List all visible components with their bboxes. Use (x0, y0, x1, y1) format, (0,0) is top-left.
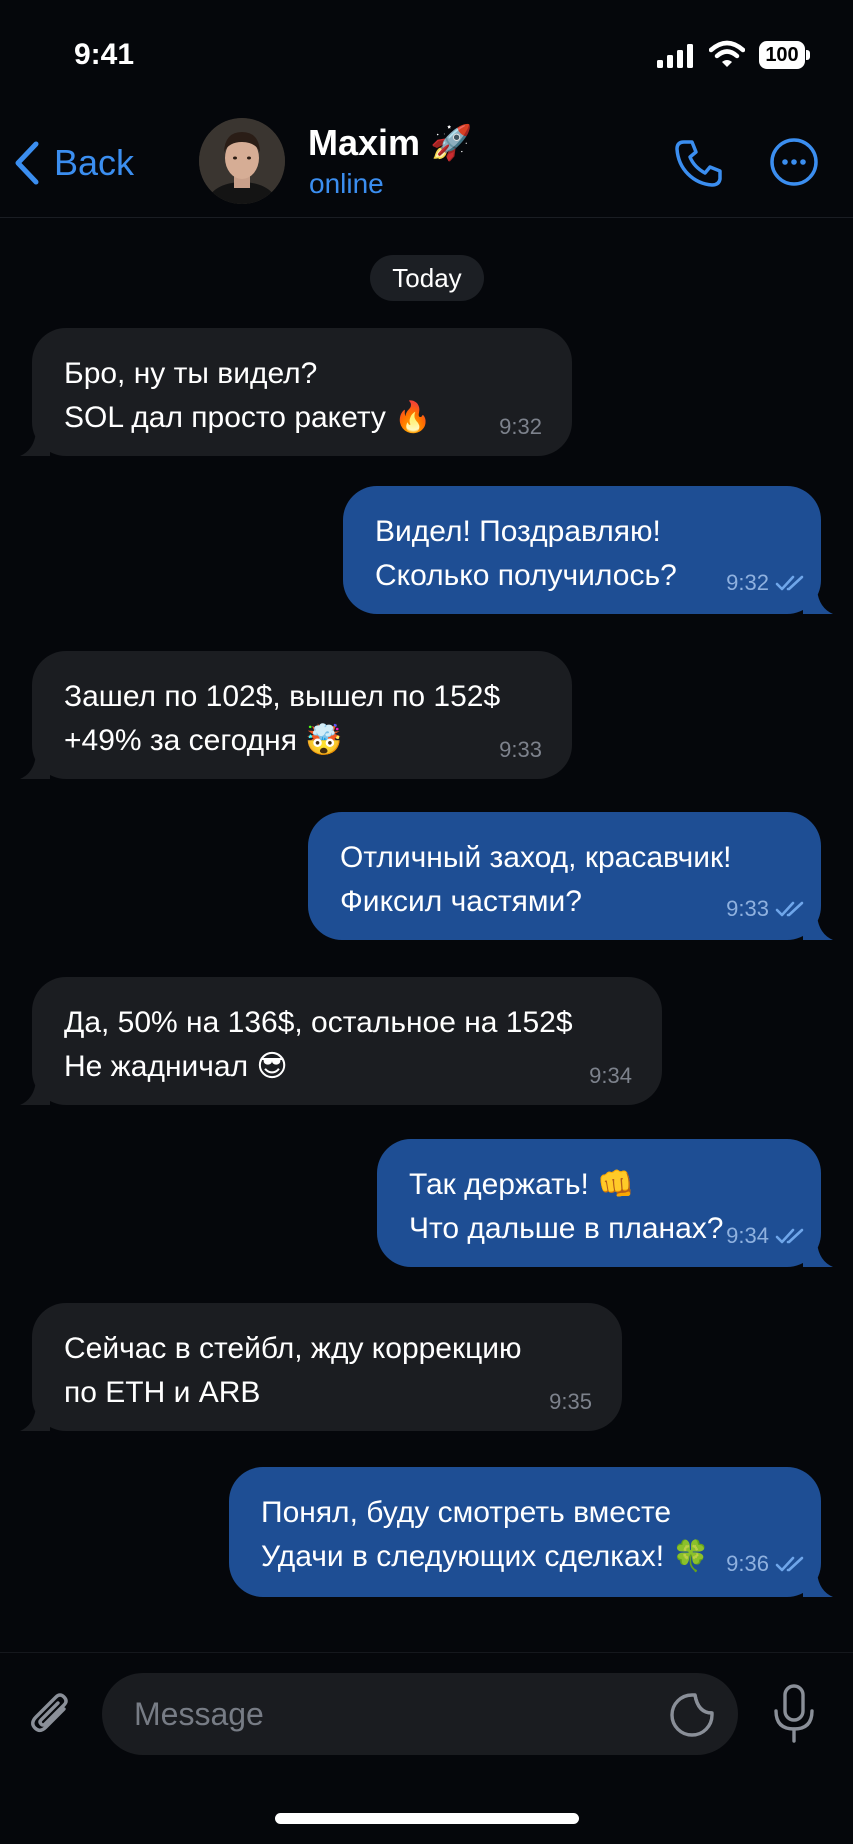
message-time: 9:33 (726, 896, 769, 921)
double-check-icon (775, 1228, 804, 1244)
microphone-icon[interactable] (770, 1683, 818, 1745)
bubble-tail (20, 755, 50, 779)
composer-bar (0, 1652, 853, 1844)
bubble-tail (20, 1081, 50, 1105)
sticker-icon[interactable] (668, 1691, 716, 1739)
status-time: 9:41 (74, 38, 135, 71)
message-time: 9:35 (549, 1389, 592, 1414)
message-incoming[interactable]: Бро, ну ты видел? SOL дал просто ракету … (20, 328, 572, 456)
battery-icon: 100 (759, 41, 811, 69)
back-label: Back (54, 142, 135, 183)
message-line: +49% за сегодня 🤯 (64, 724, 343, 757)
phone-icon[interactable] (672, 136, 726, 190)
message-line: SOL дал просто ракету 🔥 (64, 401, 432, 434)
message-line: Так держать! 👊 (409, 1168, 635, 1201)
message-line: Сейчас в стейбл, жду коррекцию (64, 1332, 522, 1365)
rocket-emoji: 🚀 (430, 124, 473, 162)
signal-icon (657, 44, 693, 68)
message-line: Фиксил частями? (340, 885, 582, 918)
message-incoming[interactable]: Да, 50% на 136$, остальное на 152$ Не жа… (20, 977, 662, 1105)
home-indicator[interactable] (275, 1813, 579, 1824)
paperclip-icon[interactable] (28, 1687, 74, 1743)
message-line: Отличный заход, красавчик! (340, 841, 732, 874)
chat-header: Back Maxim 🚀 online (0, 100, 853, 218)
message-line: Зашел по 102$, вышел по 152$ (64, 680, 501, 713)
message-line: Да, 50% на 136$, остальное на 152$ (64, 1006, 573, 1039)
bubble-tail (20, 432, 50, 456)
contact-status: online (309, 168, 384, 199)
wifi-icon (709, 40, 745, 67)
date-separator: Today (370, 255, 484, 301)
message-outgoing[interactable]: Отличный заход, красавчик! Фиксил частям… (308, 812, 833, 940)
message-outgoing[interactable]: Так держать! 👊 Что дальше в планах? 9:34 (377, 1139, 833, 1267)
message-outgoing[interactable]: Видел! Поздравляю! Сколько получилось? 9… (343, 486, 833, 614)
message-outgoing[interactable]: Понял, буду смотреть вместе Удачи в след… (229, 1467, 833, 1597)
bubble-tail (803, 1243, 833, 1267)
message-time: 9:34 (726, 1223, 769, 1248)
contact-name-row[interactable]: Maxim 🚀 (308, 122, 472, 164)
message-line: Понял, буду смотреть вместе (261, 1496, 672, 1529)
message-time: 9:34 (589, 1063, 632, 1088)
message-line: Бро, ну ты видел? (64, 357, 318, 390)
bubble-tail (803, 590, 833, 614)
message-time: 9:32 (499, 414, 542, 439)
back-button[interactable]: Back (12, 138, 134, 188)
double-check-icon (775, 1556, 804, 1572)
bubble-tail (20, 1407, 50, 1431)
double-check-icon (775, 901, 804, 917)
bubble-tail (803, 916, 833, 940)
message-time: 9:32 (726, 570, 769, 595)
message-input[interactable] (102, 1673, 738, 1755)
avatar[interactable] (199, 118, 285, 204)
more-icon[interactable] (768, 136, 820, 188)
message-line: Видел! Поздравляю! (375, 515, 661, 548)
message-line: Сколько получилось? (375, 559, 677, 592)
message-time: 9:33 (499, 737, 542, 762)
message-line: Не жадничал 😎 (64, 1050, 288, 1083)
status-bar: 9:41 100 (0, 0, 853, 100)
message-line: Что дальше в планах? (409, 1212, 724, 1245)
message-time: 9:36 (726, 1551, 769, 1576)
double-check-icon (775, 575, 804, 591)
back-chevron-icon (15, 141, 39, 185)
message-incoming[interactable]: Сейчас в стейбл, жду коррекцию по ETH и … (20, 1303, 622, 1431)
message-line: по ETH и ARB (64, 1376, 261, 1409)
battery-level: 100 (765, 44, 799, 66)
message-incoming[interactable]: Зашел по 102$, вышел по 152$ +49% за сег… (20, 651, 572, 779)
contact-name: Maxim (308, 122, 421, 163)
bubble-tail (803, 1573, 833, 1597)
message-line: Удачи в следующих сделках! 🍀 (261, 1540, 710, 1573)
